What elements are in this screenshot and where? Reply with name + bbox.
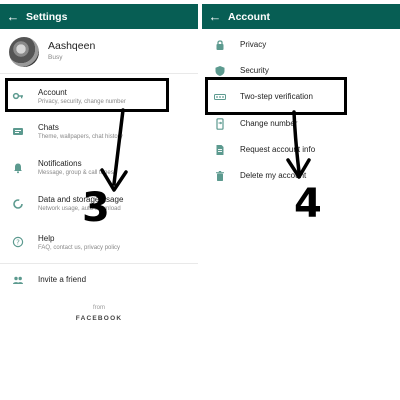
account-screen: ← Account Privacy Security Two-step veri… [202, 0, 400, 400]
settings-screen: ← Settings Aashqeen Busy Account Privacy… [0, 0, 198, 400]
step-number-3: 3 [82, 185, 110, 231]
step-number-4: 4 [294, 181, 322, 227]
